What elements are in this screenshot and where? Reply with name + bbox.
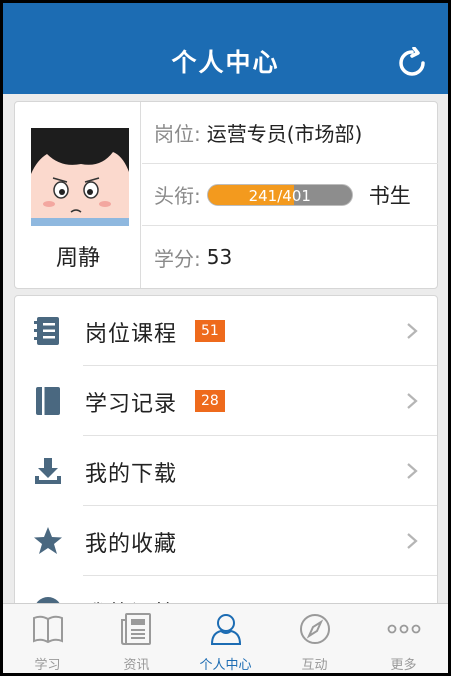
chevron-right-icon — [407, 323, 418, 339]
credits-row: 学分: 53 — [142, 226, 438, 288]
credits-label: 学分: — [154, 246, 201, 271]
phone-screen: 个人中心 周静 岗位: 运营专员(市场部) 头衔: 241/401 书生 学分:… — [3, 3, 448, 673]
menu-list: 岗位课程 51 学习记录 28 我的下载 我的收藏 — [14, 295, 438, 615]
tab-label: 学习 — [34, 658, 61, 673]
progress-current: 241 — [248, 186, 278, 205]
tab-interact[interactable]: 互动 — [270, 604, 359, 673]
menu-item-my-downloads[interactable]: 我的下载 — [15, 436, 437, 506]
tab-more[interactable]: 更多 — [359, 604, 448, 673]
page-title: 个人中心 — [171, 48, 280, 77]
newspaper-icon — [121, 613, 151, 645]
credits-value: 53 — [206, 245, 233, 269]
count-badge: 51 — [195, 320, 225, 342]
progress-total: /401 — [277, 186, 311, 205]
tab-profile[interactable]: 个人中心 — [181, 604, 270, 673]
menu-item-my-favorites[interactable]: 我的收藏 — [15, 506, 437, 576]
star-icon — [34, 527, 62, 554]
menu-item-position-courses[interactable]: 岗位课程 51 — [15, 296, 437, 366]
position-label: 岗位: — [154, 122, 201, 146]
tab-label: 资讯 — [123, 658, 150, 673]
avatar[interactable] — [31, 128, 129, 226]
tab-label: 更多 — [390, 658, 417, 673]
menu-label: 岗位课程 — [85, 322, 178, 347]
person-icon — [210, 614, 242, 645]
open-book-icon — [33, 615, 63, 644]
title-label: 头衔: — [154, 184, 201, 208]
chevron-right-icon — [407, 463, 418, 479]
chevron-right-icon — [407, 533, 418, 549]
bottom-tab-bar: 学习 资讯 个人中心 互动 更多 — [3, 603, 448, 673]
tab-label: 个人中心 — [199, 658, 252, 673]
avatar-column: 周静 — [15, 102, 141, 288]
tab-study[interactable]: 学习 — [3, 604, 92, 673]
list-icon — [34, 317, 59, 345]
menu-label: 我的下载 — [85, 462, 178, 487]
download-icon — [35, 458, 61, 484]
menu-label: 我的收藏 — [85, 532, 178, 557]
menu-item-learning-records[interactable]: 学习记录 28 — [15, 366, 437, 436]
more-icon — [387, 624, 421, 634]
progress-text: 241/401 — [208, 186, 352, 205]
title-progress-bar: 241/401 — [206, 183, 353, 206]
compass-icon — [300, 614, 330, 644]
app-header: 个人中心 — [3, 3, 448, 94]
menu-label: 学习记录 — [85, 392, 178, 417]
user-name: 周静 — [55, 246, 100, 271]
position-row: 岗位: 运营专员(市场部) — [142, 102, 438, 164]
tab-news[interactable]: 资讯 — [92, 604, 181, 673]
position-value: 运营专员(市场部) — [206, 122, 363, 146]
count-badge: 28 — [195, 390, 225, 412]
title-row: 头衔: 241/401 书生 — [142, 164, 438, 226]
refresh-icon[interactable] — [396, 47, 428, 79]
rank-label: 书生 — [368, 183, 411, 208]
profile-card: 周静 岗位: 运营专员(市场部) 头衔: 241/401 书生 学分: 53 — [14, 101, 438, 289]
tab-label: 互动 — [301, 658, 328, 673]
book-icon — [36, 387, 60, 415]
chevron-right-icon — [407, 393, 418, 409]
